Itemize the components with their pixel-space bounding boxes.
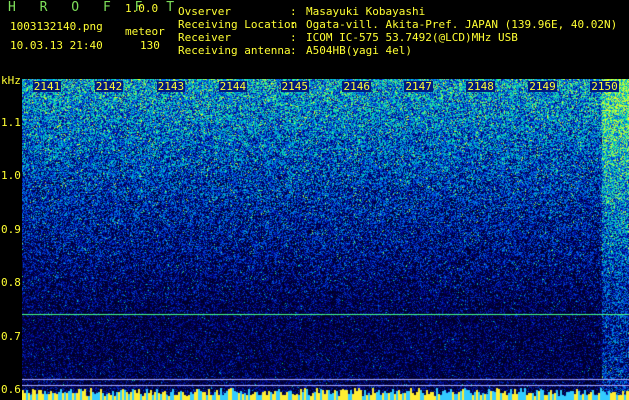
y-tick-label: 0.9 <box>1 222 21 236</box>
y-tick-label: 0.8 <box>1 276 21 290</box>
info-key: Receiving antenna <box>178 44 291 57</box>
y-axis-unit: kHz <box>1 74 21 87</box>
app-version: 1.0.0 <box>125 2 159 15</box>
station-info: Ovserver: Masayuki Kobayashi Receiving Lo… <box>178 5 617 57</box>
x-tick-label: 2150 <box>590 80 619 93</box>
x-tick-label: 2144 <box>218 80 248 93</box>
info-separator: : <box>290 31 297 44</box>
info-row-receiver: Receiver: ICOM IC-575 53.7492(@LCD)MHz US… <box>178 31 617 44</box>
info-key: Receiving Location <box>178 18 298 31</box>
detection-kind: meteor <box>125 25 165 38</box>
x-tick-label: 2142 <box>94 80 124 93</box>
info-value: Ogata-vill. Akita-Pref. JAPAN (139.96E, … <box>306 18 618 31</box>
x-tick-label: 2141 <box>32 80 62 93</box>
spectrogram-canvas <box>22 79 629 400</box>
x-tick-label: 2145 <box>280 80 310 93</box>
info-value: Masayuki Kobayashi <box>306 5 426 18</box>
info-row-antenna: Receiving antenna: A504HB(yagi 4el) <box>178 44 617 57</box>
info-row-observer: Ovserver: Masayuki Kobayashi <box>178 5 617 18</box>
x-tick-label: 2146 <box>342 80 371 93</box>
info-separator: : <box>290 18 297 31</box>
file-name: 1003132140.png <box>10 20 103 33</box>
info-key: Ovserver <box>178 5 231 18</box>
info-value: ICOM IC-575 53.7492(@LCD)MHz USB <box>306 31 518 44</box>
y-tick-label: 1.0 <box>1 169 21 183</box>
y-tick-label: 0.6 <box>1 383 21 397</box>
info-separator: : <box>290 44 297 57</box>
x-tick-label: 2143 <box>156 80 186 93</box>
x-tick-label: 2148 <box>466 80 495 93</box>
detection-count: 130 <box>140 39 160 52</box>
info-separator: : <box>290 5 297 18</box>
info-key: Receiver <box>178 31 231 44</box>
x-tick-label: 2147 <box>404 80 433 93</box>
y-tick-label: 0.7 <box>1 329 21 343</box>
y-tick-label: 1.1 <box>1 115 21 129</box>
capture-datetime: 10.03.13 21:40 <box>10 39 103 52</box>
info-row-location: Receiving Location: Ogata-vill. Akita-Pre… <box>178 18 617 31</box>
x-tick-label: 2149 <box>528 80 557 93</box>
info-value: A504HB(yagi 4el) <box>306 44 412 57</box>
